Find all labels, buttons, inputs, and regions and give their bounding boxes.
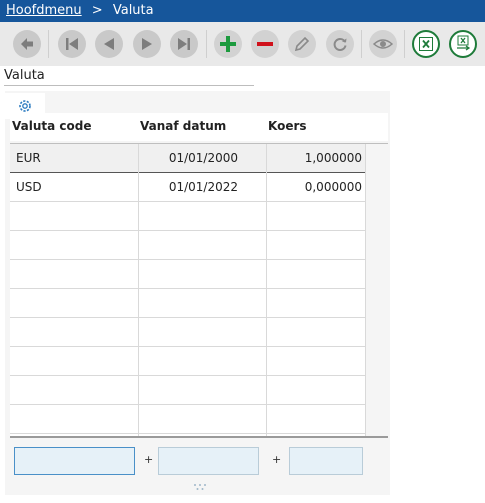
empty-row[interactable]: [10, 260, 366, 289]
cell-vanaf-datum: 01/01/2022: [168, 180, 238, 194]
refresh-icon: [333, 38, 347, 51]
column-divider: [138, 144, 139, 436]
first-record-icon: [66, 38, 78, 50]
gear-icon: [19, 100, 31, 112]
previous-record-icon: [104, 38, 114, 50]
last-record-button[interactable]: [170, 30, 198, 58]
previous-record-button[interactable]: [95, 30, 123, 58]
sum-field-valuta-code[interactable]: [14, 447, 135, 475]
empty-row[interactable]: [10, 231, 366, 260]
empty-row[interactable]: [10, 202, 366, 231]
refresh-button[interactable]: [326, 30, 354, 58]
view-button[interactable]: [369, 30, 397, 58]
sum-field-koers[interactable]: [289, 447, 363, 475]
arrow-left-icon: [21, 38, 33, 50]
vertical-scrollbar[interactable]: [366, 144, 388, 436]
grid-header: Valuta code Vanaf datum Koers: [10, 113, 388, 141]
last-record-icon: [178, 38, 190, 50]
table-row[interactable]: USD 01/01/2022 0,000000: [10, 173, 366, 202]
toolbar-divider: [404, 30, 405, 58]
empty-row[interactable]: [10, 376, 366, 405]
breadcrumb-home-link[interactable]: Hoofdmenu: [6, 3, 82, 18]
column-header-valuta-code[interactable]: Valuta code: [10, 113, 138, 141]
toolbar: [0, 22, 485, 66]
edit-button[interactable]: [288, 30, 316, 58]
breadcrumb-separator: >: [91, 3, 103, 18]
cell-vanaf-datum: 01/01/2000: [168, 151, 238, 165]
toolbar-divider: [48, 30, 49, 58]
cell-valuta-code: USD: [16, 180, 42, 194]
column-header-vanaf-datum[interactable]: Vanaf datum: [138, 113, 266, 141]
empty-row[interactable]: [10, 347, 366, 376]
breadcrumb: Hoofdmenu > Valuta: [0, 0, 485, 22]
minus-icon: [257, 42, 273, 46]
pencil-icon: [294, 36, 310, 52]
add-button[interactable]: [214, 30, 242, 58]
cell-valuta-code: EUR: [16, 151, 41, 165]
first-record-button[interactable]: [58, 30, 86, 58]
cell-koers: 0,000000: [304, 180, 362, 194]
cell-koers: 1,000000: [304, 151, 362, 165]
excel-icon: [419, 37, 433, 51]
column-header-koers[interactable]: Koers: [266, 113, 366, 141]
page-title: Valuta: [4, 66, 254, 86]
plus-icon: [220, 36, 236, 52]
back-button[interactable]: [13, 30, 41, 58]
empty-row[interactable]: [10, 318, 366, 347]
grid-body: EUR 01/01/2000 1,000000 USD 01/01/2022 0…: [10, 144, 366, 436]
export-excel-button[interactable]: [412, 30, 440, 58]
empty-row[interactable]: [10, 405, 366, 434]
eye-icon: [373, 39, 393, 49]
next-record-button[interactable]: [133, 30, 161, 58]
excel-import-icon: [457, 35, 471, 51]
sum-field-vanaf-datum[interactable]: [158, 447, 259, 475]
next-record-icon: [142, 38, 152, 50]
sum-operator: +: [272, 453, 282, 466]
toolbar-divider: [361, 30, 362, 58]
column-divider: [266, 144, 267, 436]
resize-grip-icon[interactable]: [190, 483, 210, 491]
footer-divider: [10, 436, 388, 438]
empty-row[interactable]: [10, 289, 366, 318]
delete-button[interactable]: [251, 30, 279, 58]
sum-operator: +: [144, 453, 154, 466]
breadcrumb-current: Valuta: [112, 3, 154, 18]
table-row[interactable]: EUR 01/01/2000 1,000000: [10, 144, 366, 173]
toolbar-divider: [206, 30, 207, 58]
import-excel-button[interactable]: [449, 30, 477, 58]
